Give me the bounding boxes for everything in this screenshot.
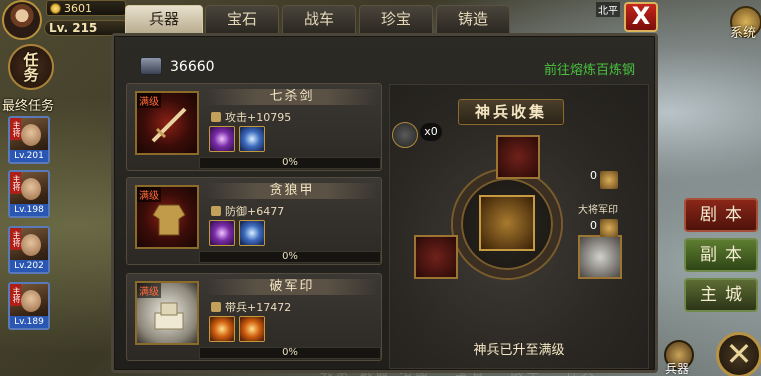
slot-seal-icon[interactable]: [578, 235, 622, 279]
forge-link[interactable]: 前往熔炼百炼钢: [544, 59, 635, 78]
divine-weapon-collection: 神兵收集 x0 0 大将军印 0 神兵已升至满级: [389, 84, 649, 369]
seal-count-bottom: 0: [590, 219, 597, 232]
max-level-badge: 满级: [137, 93, 161, 108]
sword-icon: [151, 107, 187, 143]
weapons-shortcut-label: 兵器: [665, 362, 690, 376]
collection-status: 神兵已升至满级: [473, 343, 565, 358]
general-face-icon: [21, 124, 41, 146]
armor-icon: [152, 204, 186, 236]
close-button[interactable]: X: [624, 2, 658, 32]
task-label: 任务: [21, 52, 40, 82]
gold-coin-icon: [50, 2, 61, 14]
seal-count-top: 0: [590, 169, 597, 182]
slot-sword-icon[interactable]: [496, 135, 540, 179]
player-avatar[interactable]: [2, 0, 42, 40]
seal-image: 满级: [135, 281, 199, 345]
item-card-armor[interactable]: 满级 贪狼甲 防御+6477 0%: [126, 177, 382, 265]
gem-slot-1[interactable]: [209, 316, 235, 342]
gem-slot-2[interactable]: [239, 126, 265, 152]
system-label: 系统: [730, 26, 757, 41]
general-portrait-1[interactable]: 主将 Lv.201: [8, 116, 50, 164]
tab-weapons[interactable]: 兵器: [125, 5, 203, 34]
slot-armor-icon[interactable]: [414, 235, 458, 279]
general-level: Lv.189: [10, 316, 48, 328]
item-stat-text: 带兵+17472: [225, 301, 292, 314]
map-region-label: 北平: [596, 2, 620, 17]
item-progress-text: 0%: [282, 347, 298, 358]
defense-icon: [211, 206, 221, 216]
item-card-seal[interactable]: 满级 破军印 带兵+17472 0%: [126, 273, 382, 361]
item-progress-bar: 0%: [199, 347, 381, 359]
general-level: Lv.201: [10, 150, 48, 162]
general-tag: 主将: [10, 228, 21, 250]
gem-slot-1[interactable]: [209, 126, 235, 152]
item-name: 贪狼甲: [207, 183, 377, 199]
item-stat: 防御+6477: [211, 203, 284, 219]
general-face-icon: [21, 290, 41, 312]
main-city-button[interactable]: 主城: [684, 278, 758, 312]
gem-slot-2[interactable]: [239, 220, 265, 246]
gold-counter: 3601: [46, 0, 126, 16]
item-stat-text: 攻击+10795: [225, 111, 292, 124]
general-tag: 主将: [10, 284, 21, 306]
attack-icon: [211, 112, 221, 122]
seal-box-icon: [600, 171, 618, 189]
story-button[interactable]: 剧本: [684, 198, 758, 232]
sword-image: 满级: [135, 91, 199, 155]
general-tag: 主将: [10, 118, 21, 140]
general-portrait-4[interactable]: 主将 Lv.189: [8, 282, 50, 330]
item-progress-text: 0%: [282, 251, 298, 262]
general-face-icon: [21, 234, 41, 256]
general-level: Lv.202: [10, 260, 48, 272]
item-name: 七杀剑: [207, 89, 377, 105]
tab-forge[interactable]: 铸造: [436, 5, 510, 34]
collapse-menu-button[interactable]: ✕: [716, 332, 761, 376]
final-task-label[interactable]: 最终任务: [2, 95, 54, 114]
item-stat: 攻击+10795: [211, 109, 291, 125]
item-progress-bar: 0%: [199, 157, 381, 169]
max-level-badge: 满级: [137, 187, 161, 202]
max-level-badge: 满级: [137, 283, 161, 298]
seal-hammer-icon: [600, 219, 618, 237]
player-level-text: Lv. 215: [49, 21, 98, 35]
task-button[interactable]: 任务: [8, 44, 54, 90]
hammer-count: x0: [420, 123, 442, 141]
slot-center-treasure-icon[interactable]: [479, 195, 535, 251]
weapons-panel: 36660 前往熔炼百炼钢 满级 七杀剑 攻击+10795 0% 满级 贪狼甲 …: [111, 33, 658, 373]
item-progress-bar: 0%: [199, 251, 381, 263]
tab-chariots[interactable]: 战车: [282, 5, 356, 34]
item-progress-text: 0%: [282, 157, 298, 168]
troops-icon: [211, 302, 221, 312]
tab-gems[interactable]: 宝石: [205, 5, 279, 34]
seal-icon: [154, 302, 184, 330]
general-face-icon: [21, 178, 41, 200]
steel-ingot-icon: [140, 57, 162, 75]
gem-slot-1[interactable]: [209, 220, 235, 246]
general-portrait-2[interactable]: 主将 Lv.198: [8, 170, 50, 218]
tab-treasures[interactable]: 珍宝: [359, 5, 433, 34]
armor-image: 满级: [135, 185, 199, 249]
steel-count: 36660: [170, 59, 215, 75]
general-level: Lv.198: [10, 204, 48, 216]
gem-slot-2[interactable]: [239, 316, 265, 342]
item-stat: 带兵+17472: [211, 299, 291, 315]
hammer-icon[interactable]: [392, 122, 418, 148]
seal-label: 大将军印: [578, 205, 618, 216]
item-card-sword[interactable]: 满级 七杀剑 攻击+10795 0%: [126, 83, 382, 171]
item-stat-text: 防御+6477: [225, 205, 285, 218]
collection-title: 神兵收集: [458, 99, 564, 125]
general-portrait-3[interactable]: 主将 Lv.202: [8, 226, 50, 274]
general-tag: 主将: [10, 172, 21, 194]
item-name: 破军印: [207, 279, 377, 295]
dungeon-button[interactable]: 副本: [684, 238, 758, 272]
gold-value: 3601: [64, 1, 92, 15]
